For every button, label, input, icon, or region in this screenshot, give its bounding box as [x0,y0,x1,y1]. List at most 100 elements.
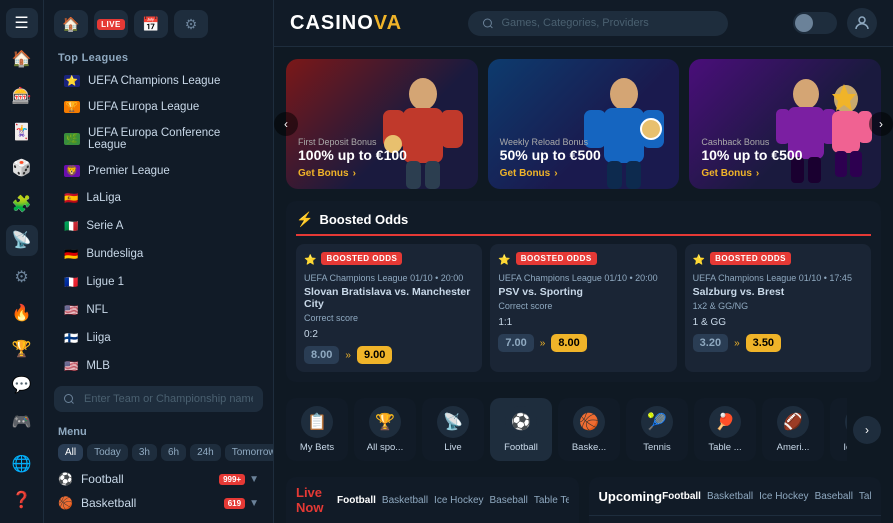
boosted-market-1: Correct score [304,313,474,323]
filter-today[interactable]: Today [87,444,128,461]
league-bundesliga[interactable]: 🇩🇪 Bundesliga [50,241,267,267]
header-search-icon [482,17,494,30]
theme-toggle[interactable] [793,12,837,34]
sport-cat-mybets[interactable]: 📋 My Bets [286,398,348,461]
new-odd-1[interactable]: 9.00 [357,346,392,364]
cards-icon[interactable]: 🃏 [6,117,38,147]
bundesliga-flag: 🇩🇪 [64,247,78,261]
menu-title: Menu [58,426,259,438]
filter-all[interactable]: All [58,444,83,461]
league-laliga[interactable]: 🇪🇸 LaLiga [50,185,267,211]
sport-cat-live[interactable]: 📡 Live [422,398,484,461]
league-uel[interactable]: 🏆 UEFA Europa League [50,95,267,119]
avatar-button[interactable] [847,8,877,38]
banner-1[interactable]: First Deposit Bonus 100% up to €100 Get … [286,59,478,189]
sport-cat-allsports-label: All spo... [367,442,403,453]
sports-scroll-right[interactable]: › [853,416,881,444]
help-icon[interactable]: ❓ [6,485,38,515]
live-tab-tabletennis[interactable]: Table Tennis [534,495,569,506]
sport-cat-tennis-label: Tennis [643,442,670,453]
settings-icon[interactable]: ⚙ [6,262,38,292]
banner-3[interactable]: Cashback Bonus 10% up to €500 Get Bonus … [689,59,881,189]
filter-tomorrow[interactable]: Tomorrow [225,444,274,461]
live-tab-football[interactable]: Football [337,495,376,506]
banner2-btn[interactable]: Get Bonus › [500,168,601,179]
live-tab-basketball[interactable]: Basketball [382,495,428,506]
sport-cat-tennis[interactable]: 🎾 Tennis [626,398,688,461]
header-search-input[interactable] [501,17,713,29]
sport-cat-allsports[interactable]: 🏆 All spo... [354,398,416,461]
sport-cat-americanfootball[interactable]: 🏈 Ameri... [762,398,824,461]
live-tab[interactable]: LIVE [94,10,128,38]
casino-icon[interactable]: 🎰 [6,80,38,110]
home-icon[interactable]: 🏠 [6,44,38,74]
league-uel-label: UEFA Europa League [88,101,199,113]
boosted-card-1[interactable]: ⭐ BOOSTED ODDS UEFA Champions League 01/… [296,244,482,372]
banner-next-button[interactable]: › [869,112,893,136]
sport-cat-icehockey[interactable]: 🏒 Ice Ho... [830,398,847,461]
sport-cat-football[interactable]: ⚽ Football [490,398,552,461]
filter-6h[interactable]: 6h [161,444,186,461]
upcoming-tab-baseball[interactable]: Baseball [815,491,853,502]
upcoming-tab-basketball[interactable]: Basketball [707,491,753,502]
upcoming-match-row[interactable]: 01/10 • 10:02 LIVE Valhalla Cup 2024 Wee… [589,516,882,523]
old-odd-1: 8.00 [304,346,339,364]
americanfootball-cat-icon: 🏈 [777,406,809,438]
live-icon[interactable]: 📡 [6,225,38,255]
odds-arrow-1: » [345,350,351,361]
puzzle-icon[interactable]: 🧩 [6,189,38,219]
league-liiga[interactable]: 🇫🇮 Liiga [50,325,267,351]
league-laliga-label: LaLiga [86,192,121,204]
hamburger-icon[interactable]: ☰ [6,8,38,38]
basketball-expand-icon: ▼ [249,498,259,509]
chat-icon[interactable]: 💬 [6,370,38,400]
filter-24h[interactable]: 24h [190,444,221,461]
search-bar[interactable] [468,11,728,36]
live-tab-baseball[interactable]: Baseball [490,495,528,506]
sport-basketball[interactable]: 🏀 Basketball 619 ▼ [58,491,259,515]
league-serie-a[interactable]: 🇮🇹 Serie A [50,213,267,239]
upcoming-tab-football[interactable]: Football [662,491,701,502]
new-odd-3[interactable]: 3.50 [746,334,781,352]
new-odd-2[interactable]: 8.00 [551,334,586,352]
game-icon[interactable]: 🎮 [6,406,38,436]
league-mlb[interactable]: 🇺🇸 MLB [50,353,267,379]
sport-cat-basketball[interactable]: 🏀 Baske... [558,398,620,461]
trophy-icon[interactable]: 🏆 [6,334,38,364]
boosted-score-3: 1 & GG [693,317,863,328]
boosted-section: ⚡ Boosted Odds ⭐ BOOSTED ODDS UEFA Champ… [286,201,881,382]
banner3-main: 10% up to €500 [701,147,802,164]
sport-football-left: ⚽ Football [58,472,124,486]
calendar-tab[interactable]: 📅 [134,10,168,38]
fire-icon[interactable]: 🔥 [6,298,38,328]
league-pl[interactable]: 🦁 Premier League [50,159,267,183]
banner-2[interactable]: Weekly Reload Bonus 50% up to €500 Get B… [488,59,680,189]
laliga-flag: 🇪🇸 [64,191,78,205]
football-icon: ⚽ [58,472,73,486]
league-nfl[interactable]: 🇺🇸 NFL [50,297,267,323]
boosted-card-3[interactable]: ⭐ BOOSTED ODDS UEFA Champions League 01/… [685,244,871,372]
banner-prev-button[interactable]: ‹ [274,112,298,136]
old-odd-3: 3.20 [693,334,728,352]
globe-icon[interactable]: 🌐 [6,449,38,479]
league-ligue1[interactable]: 🇫🇷 Ligue 1 [50,269,267,295]
filter-3h[interactable]: 3h [132,444,157,461]
tennis-cat-icon: 🎾 [641,406,673,438]
upcoming-tab-icehockey[interactable]: Ice Hockey [759,491,808,502]
league-pl-label: Premier League [88,165,170,177]
league-ucl[interactable]: ⭐ UEFA Champions League [50,69,267,93]
time-filters: All Today 3h 6h 24h Tomorrow [58,444,259,461]
football-cat-icon: ⚽ [505,406,537,438]
banner1-btn[interactable]: Get Bonus › [298,168,407,179]
sport-cat-tabletennis[interactable]: 🏓 Table ... [694,398,756,461]
league-uecl[interactable]: 🌿 UEFA Europa Conference League [50,121,267,157]
gear-tab[interactable]: ⚙ [174,10,208,38]
boosted-card-2[interactable]: ⭐ BOOSTED ODDS UEFA Champions League 01/… [490,244,676,372]
search-league-input[interactable] [54,386,263,412]
home-tab[interactable]: 🏠 [54,10,88,38]
slots-icon[interactable]: 🎲 [6,153,38,183]
banner3-btn[interactable]: Get Bonus › [701,168,802,179]
live-tab-icehockey[interactable]: Ice Hockey [434,495,483,506]
upcoming-tab-tabletennis[interactable]: Table Tennis [859,491,871,502]
sport-football[interactable]: ⚽ Football 999+ ▼ [58,467,259,491]
